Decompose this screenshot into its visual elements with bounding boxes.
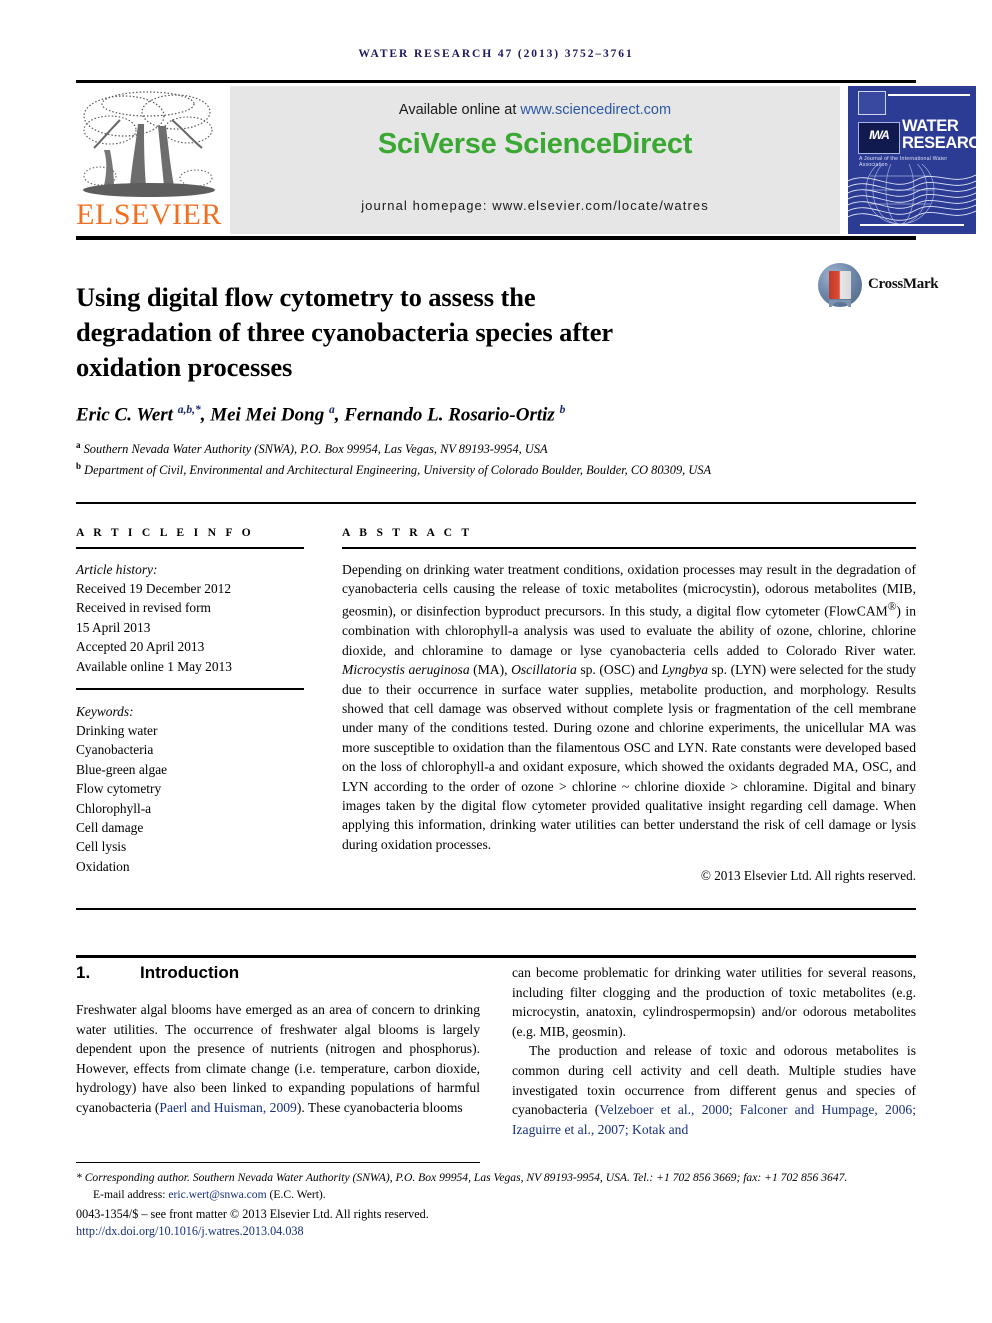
keywords-divider-rule	[76, 688, 304, 690]
body-column-left: Freshwater algal blooms have emerged as …	[76, 1000, 480, 1118]
cover-journal-title: WATER RESEARCH	[902, 117, 976, 152]
available-online-line: Available online at www.sciencedirect.co…	[230, 102, 840, 118]
doi-link[interactable]: http://dx.doi.org/10.1016/j.watres.2013.…	[76, 1223, 920, 1240]
crossmark-book-shape	[829, 271, 851, 299]
intro-paragraph-right-1: can become problematic for drinking wate…	[512, 965, 916, 1039]
masthead-bottom-rule	[76, 236, 916, 240]
body-top-rule	[76, 955, 916, 958]
keywords-block: Keywords: Drinking water Cyanobacteria B…	[76, 702, 304, 877]
iwa-logo-text: IWA	[869, 128, 890, 142]
affiliation-b-text: Department of Civil, Environmental and A…	[84, 463, 712, 478]
cover-title-line2: RESEARCH	[902, 134, 976, 152]
elsevier-tree-icon	[83, 91, 215, 197]
cover-top-rule	[888, 94, 970, 96]
journal-masthead: ELSEVIER Available online at www.science…	[76, 84, 976, 234]
section-number: 1.	[76, 963, 91, 982]
article-history-block: Article history: Received 19 December 20…	[76, 560, 304, 676]
affiliation-a: a Southern Nevada Water Authority (SNWA)…	[76, 437, 856, 458]
elsevier-logo: ELSEVIER	[76, 86, 222, 234]
abstract-heading: A B S T R A C T	[342, 526, 473, 539]
cover-title-line1: WATER	[902, 117, 959, 135]
email-link[interactable]: eric.wert@snwa.com	[168, 1188, 266, 1201]
elsevier-wordmark: ELSEVIER	[76, 198, 222, 231]
article-info-heading: A R T I C L E I N F O	[76, 526, 254, 539]
journal-cover-thumbnail: IWA WATER RESEARCH A Journal of the Inte…	[848, 86, 976, 234]
footnote-rule	[76, 1162, 480, 1163]
crossmark-notch-shape	[829, 300, 851, 307]
keywords-label: Keywords:	[76, 703, 134, 719]
running-head: WATER RESEARCH 47 (2013) 3752–3761	[358, 48, 634, 60]
header-bottom-rule	[76, 502, 916, 504]
iwa-logo: IWA	[858, 122, 900, 154]
abstract-text: Depending on drinking water treatment co…	[342, 561, 916, 852]
corresponding-author-note: * Corresponding author. Southern Nevada …	[76, 1171, 848, 1184]
front-matter-line: 0043-1354/$ – see front matter © 2013 El…	[76, 1207, 429, 1222]
section-heading-introduction: 1. Introduction	[76, 963, 496, 983]
sciverse-sciencedirect-logo: SciVerse ScienceDirect	[377, 128, 693, 160]
keyword-item: Blue-green algae	[76, 761, 168, 777]
keyword-item: Chlorophyll-a	[76, 800, 152, 816]
footnote-block: * Corresponding author. Southern Nevada …	[76, 1170, 920, 1239]
history-item: Accepted 20 April 2013	[76, 639, 205, 655]
journal-homepage-line[interactable]: journal homepage: www.elsevier.com/locat…	[230, 198, 840, 213]
page-title: Using digital flow cytometry to assess t…	[76, 281, 613, 382]
keyword-item: Drinking water	[76, 723, 158, 739]
abstract-column: A B S T R A C T Depending on drinking wa…	[342, 526, 916, 884]
cover-bottom-rule	[860, 224, 964, 226]
keyword-item: Flow cytometry	[76, 781, 162, 797]
affiliation-marker-b: b	[76, 461, 82, 472]
available-online-prefix: Available online at	[398, 102, 521, 118]
history-item: Available online 1 May 2013	[76, 658, 232, 674]
crossmark-icon	[818, 263, 862, 307]
abstract-bottom-rule	[76, 908, 916, 910]
keyword-item: Cell damage	[76, 820, 144, 836]
cover-elsevier-mark	[858, 91, 886, 115]
sciencedirect-band: Available online at www.sciencedirect.co…	[230, 86, 840, 234]
email-note: E-mail address: eric.wert@snwa.com (E.C.…	[76, 1187, 920, 1204]
history-item: Received 19 December 2012	[76, 581, 232, 596]
crossmark-label: CrossMark	[868, 276, 939, 292]
keyword-item: Oxidation	[76, 858, 130, 874]
abstract-copyright: © 2013 Elsevier Ltd. All rights reserved…	[700, 868, 916, 884]
keyword-item: Cell lysis	[76, 839, 127, 855]
affiliation-marker-a: a	[76, 440, 81, 450]
masthead-top-rule	[76, 80, 916, 83]
intro-paragraph-left: Freshwater algal blooms have emerged as …	[76, 1002, 480, 1115]
sciencedirect-url[interactable]: www.sciencedirect.com	[520, 102, 671, 118]
article-info-column: A R T I C L E I N F O Article history: R…	[76, 526, 304, 876]
article-history-label: Article history:	[76, 561, 158, 577]
history-item: Received in revised form	[76, 600, 211, 616]
affiliation-a-text: Southern Nevada Water Authority (SNWA), …	[83, 442, 548, 457]
history-item: 15 April 2013	[76, 619, 151, 635]
article-info-rule	[76, 547, 304, 549]
abstract-rule	[342, 547, 916, 549]
section-title: Introduction	[140, 963, 240, 982]
keyword-item: Cyanobacteria	[76, 742, 154, 758]
affiliation-list: a Southern Nevada Water Authority (SNWA)…	[76, 437, 856, 479]
email-label: E-mail address:	[93, 1187, 166, 1201]
body-column-right: can become problematic for drinking wate…	[512, 963, 916, 1139]
email-suffix: (E.C. Wert).	[269, 1187, 326, 1201]
crossmark-badge[interactable]: CrossMark	[818, 263, 939, 309]
author-list: Eric C. Wert a,b,*, Mei Mei Dong a, Fern…	[76, 404, 566, 426]
affiliation-b: b Department of Civil, Environmental and…	[76, 458, 856, 479]
paper-page: WATER RESEARCH 47 (2013) 3752–3761 ELSEV…	[0, 0, 992, 1323]
intro-paragraph-right-2: The production and release of toxic and …	[512, 1043, 916, 1137]
